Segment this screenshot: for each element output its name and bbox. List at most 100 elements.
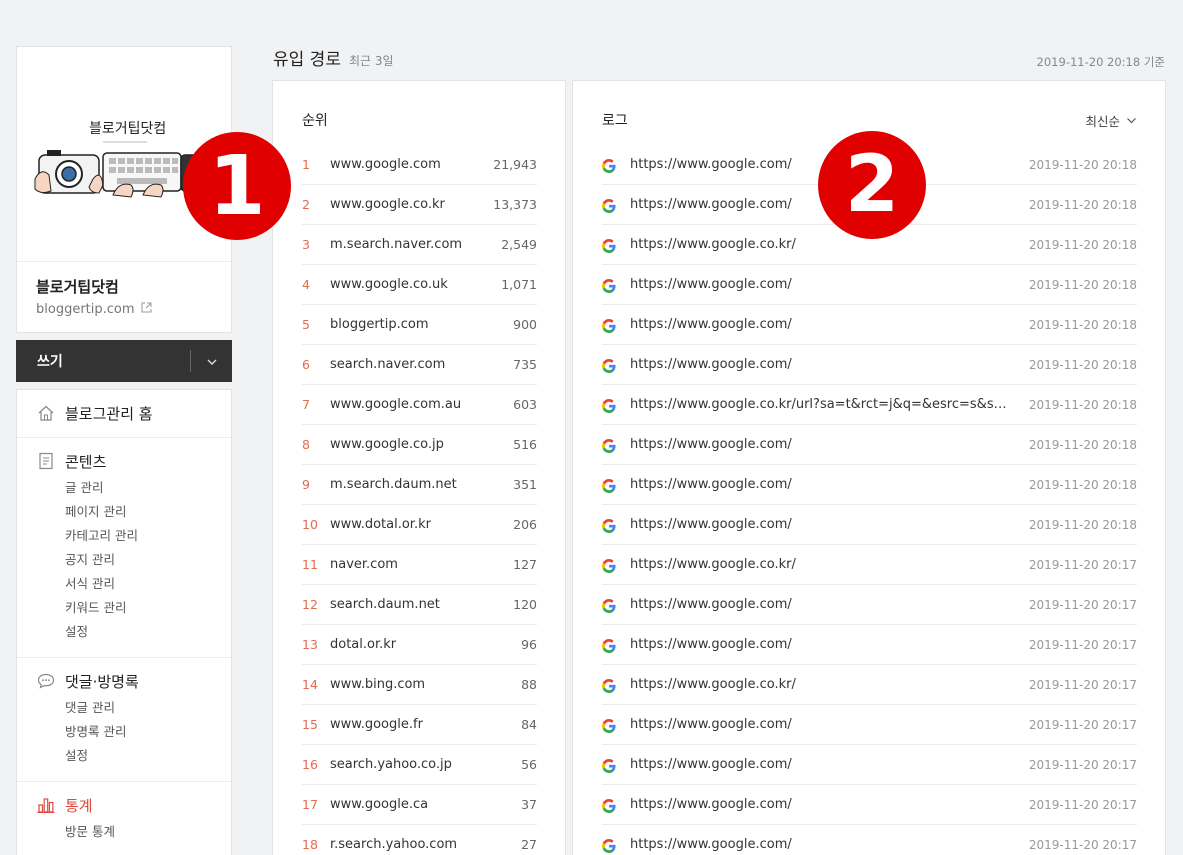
data-basis-timestamp: 2019-11-20 20:18 기준 — [1036, 55, 1165, 69]
log-url-link[interactable]: https://www.google.com/ — [630, 597, 1029, 612]
rank-row[interactable]: 10 www.dotal.or.kr 206 — [302, 505, 537, 545]
submenu-item-guestbook[interactable]: 방명록 관리 — [17, 720, 231, 744]
submenu-item-content-settings[interactable]: 설정 — [17, 620, 231, 644]
rank-row[interactable]: 11 naver.com 127 — [302, 545, 537, 585]
log-row[interactable]: https://www.google.com/2019-11-20 20:17 — [602, 705, 1137, 745]
rank-row[interactable]: 7 www.google.com.au 603 — [302, 385, 537, 425]
sort-dropdown[interactable]: 최신순 — [1085, 111, 1137, 130]
log-row[interactable]: https://www.google.com/2019-11-20 20:18 — [602, 505, 1137, 545]
log-url-link[interactable]: https://www.google.com/ — [630, 517, 1029, 532]
log-url-link[interactable]: https://www.google.com/ — [630, 357, 1029, 372]
submenu-item-comments[interactable]: 댓글 관리 — [17, 696, 231, 720]
rank-row[interactable]: 4 www.google.co.uk 1,071 — [302, 265, 537, 305]
submenu-item-notices[interactable]: 공지 관리 — [17, 548, 231, 572]
chevron-down-icon[interactable] — [206, 353, 218, 372]
log-row[interactable]: https://www.google.co.kr/2019-11-20 20:1… — [602, 545, 1137, 585]
log-url-link[interactable]: https://www.google.com/ — [630, 437, 1029, 452]
log-row[interactable]: https://www.google.com/2019-11-20 20:17 — [602, 625, 1137, 665]
rank-count: 88 — [521, 677, 537, 692]
camera-illustration-icon — [34, 150, 104, 194]
rank-domain[interactable]: www.google.com — [330, 157, 493, 172]
submenu-item-categories[interactable]: 카테고리 관리 — [17, 524, 231, 548]
rank-row[interactable]: 1 www.google.com 21,943 — [302, 145, 537, 185]
submenu-item-templates[interactable]: 서식 관리 — [17, 572, 231, 596]
rank-domain[interactable]: dotal.or.kr — [330, 637, 521, 652]
submenu-item-visit-stats[interactable]: 방문 통계 — [17, 820, 231, 844]
log-row[interactable]: https://www.google.com/2019-11-20 20:17 — [602, 825, 1137, 855]
rank-domain[interactable]: search.daum.net — [330, 597, 513, 612]
submenu-item-comment-settings[interactable]: 설정 — [17, 744, 231, 768]
log-url-link[interactable]: https://www.google.co.kr/ — [630, 557, 1029, 572]
rank-domain[interactable]: www.google.com.au — [330, 397, 513, 412]
log-url-link[interactable]: https://www.google.com/ — [630, 277, 1029, 292]
rank-count: 351 — [513, 477, 537, 492]
rank-domain[interactable]: www.google.fr — [330, 717, 521, 732]
rank-domain[interactable]: search.yahoo.co.jp — [330, 757, 521, 772]
rank-row[interactable]: 6 search.naver.com 735 — [302, 345, 537, 385]
rank-domain[interactable]: m.search.daum.net — [330, 477, 513, 492]
rank-row[interactable]: 15 www.google.fr 84 — [302, 705, 537, 745]
rank-domain[interactable]: www.dotal.or.kr — [330, 517, 513, 532]
log-row[interactable]: https://www.google.com/2019-11-20 20:18 — [602, 425, 1137, 465]
google-icon — [602, 598, 616, 613]
log-url-link[interactable]: https://www.google.com/ — [630, 717, 1029, 732]
rank-domain[interactable]: www.bing.com — [330, 677, 521, 692]
menu-item-content[interactable]: 콘텐츠 — [17, 450, 231, 472]
log-url-link[interactable]: https://www.google.co.kr/ — [630, 677, 1029, 692]
rank-domain[interactable]: naver.com — [330, 557, 513, 572]
rank-domain[interactable]: www.google.co.jp — [330, 437, 513, 452]
log-url-link[interactable]: https://www.google.com/ — [630, 477, 1029, 492]
submenu-item-posts[interactable]: 글 관리 — [17, 476, 231, 500]
google-icon — [602, 638, 616, 653]
rank-row[interactable]: 2 www.google.co.kr 13,373 — [302, 185, 537, 225]
rank-row[interactable]: 14 www.bing.com 88 — [302, 665, 537, 705]
rank-number: 17 — [302, 797, 318, 812]
rank-row[interactable]: 8 www.google.co.jp 516 — [302, 425, 537, 465]
log-row[interactable]: https://www.google.com/2019-11-20 20:18 — [602, 265, 1137, 305]
rank-domain[interactable]: bloggertip.com — [330, 317, 513, 332]
submenu-item-pages[interactable]: 페이지 관리 — [17, 500, 231, 524]
rank-domain[interactable]: www.google.co.kr — [330, 197, 493, 212]
log-url-link[interactable]: https://www.google.com/ — [630, 757, 1029, 772]
log-row[interactable]: https://www.google.com/2019-11-20 20:17 — [602, 585, 1137, 625]
submenu-item-keywords[interactable]: 키워드 관리 — [17, 596, 231, 620]
log-url-link[interactable]: https://www.google.co.kr/url?sa=t&rct=j&… — [630, 397, 1029, 412]
log-row[interactable]: https://www.google.com/2019-11-20 20:18 — [602, 465, 1137, 505]
log-row[interactable]: https://www.google.co.kr/2019-11-20 20:1… — [602, 665, 1137, 705]
rank-row[interactable]: 17 www.google.ca 37 — [302, 785, 537, 825]
rank-domain[interactable]: search.naver.com — [330, 357, 513, 372]
rank-row[interactable]: 5 bloggertip.com 900 — [302, 305, 537, 345]
rank-row[interactable]: 18 r.search.yahoo.com 27 — [302, 825, 537, 855]
rank-row[interactable]: 13 dotal.or.kr 96 — [302, 625, 537, 665]
menu-item-comments-guestbook[interactable]: 댓글·방명록 — [17, 670, 231, 692]
blog-url-link[interactable]: bloggertip.com — [36, 302, 152, 317]
rank-domain[interactable]: m.search.naver.com — [330, 237, 501, 252]
rank-row[interactable]: 3 m.search.naver.com 2,549 — [302, 225, 537, 265]
log-row[interactable]: https://www.google.com/2019-11-20 20:17 — [602, 745, 1137, 785]
log-url-link[interactable]: https://www.google.co.kr/ — [630, 237, 1029, 252]
rank-row[interactable]: 16 search.yahoo.co.jp 56 — [302, 745, 537, 785]
log-row[interactable]: https://www.google.com/2019-11-20 20:18 — [602, 305, 1137, 345]
rank-count: 96 — [521, 637, 537, 652]
menu-item-blog-home[interactable]: 블로그관리 홈 — [17, 402, 231, 424]
rank-count: 84 — [521, 717, 537, 732]
log-list: https://www.google.com/2019-11-20 20:18 h… — [602, 145, 1137, 855]
rank-domain[interactable]: www.google.ca — [330, 797, 521, 812]
log-row[interactable]: https://www.google.co.kr/url?sa=t&rct=j&… — [602, 385, 1137, 425]
rank-row[interactable]: 12 search.daum.net 120 — [302, 585, 537, 625]
rank-domain[interactable]: r.search.yahoo.com — [330, 837, 521, 852]
log-row[interactable]: https://www.google.com/2019-11-20 20:18 — [602, 345, 1137, 385]
log-url-link[interactable]: https://www.google.com/ — [630, 837, 1029, 852]
content-submenu: 글 관리 페이지 관리 카테고리 관리 공지 관리 서식 관리 키워드 관리 설… — [17, 476, 231, 644]
rank-row[interactable]: 9 m.search.daum.net 351 — [302, 465, 537, 505]
external-link-icon[interactable] — [141, 302, 152, 317]
log-url-link[interactable]: https://www.google.com/ — [630, 637, 1029, 652]
blog-name[interactable]: 블로거팁닷컴 — [36, 276, 119, 297]
log-url-link[interactable]: https://www.google.com/ — [630, 797, 1029, 812]
google-icon — [602, 438, 616, 453]
rank-domain[interactable]: www.google.co.uk — [330, 277, 501, 292]
write-button[interactable]: 쓰기 — [16, 340, 232, 382]
menu-item-stats[interactable]: 통계 — [17, 794, 231, 816]
log-url-link[interactable]: https://www.google.com/ — [630, 317, 1029, 332]
log-row[interactable]: https://www.google.com/2019-11-20 20:17 — [602, 785, 1137, 825]
